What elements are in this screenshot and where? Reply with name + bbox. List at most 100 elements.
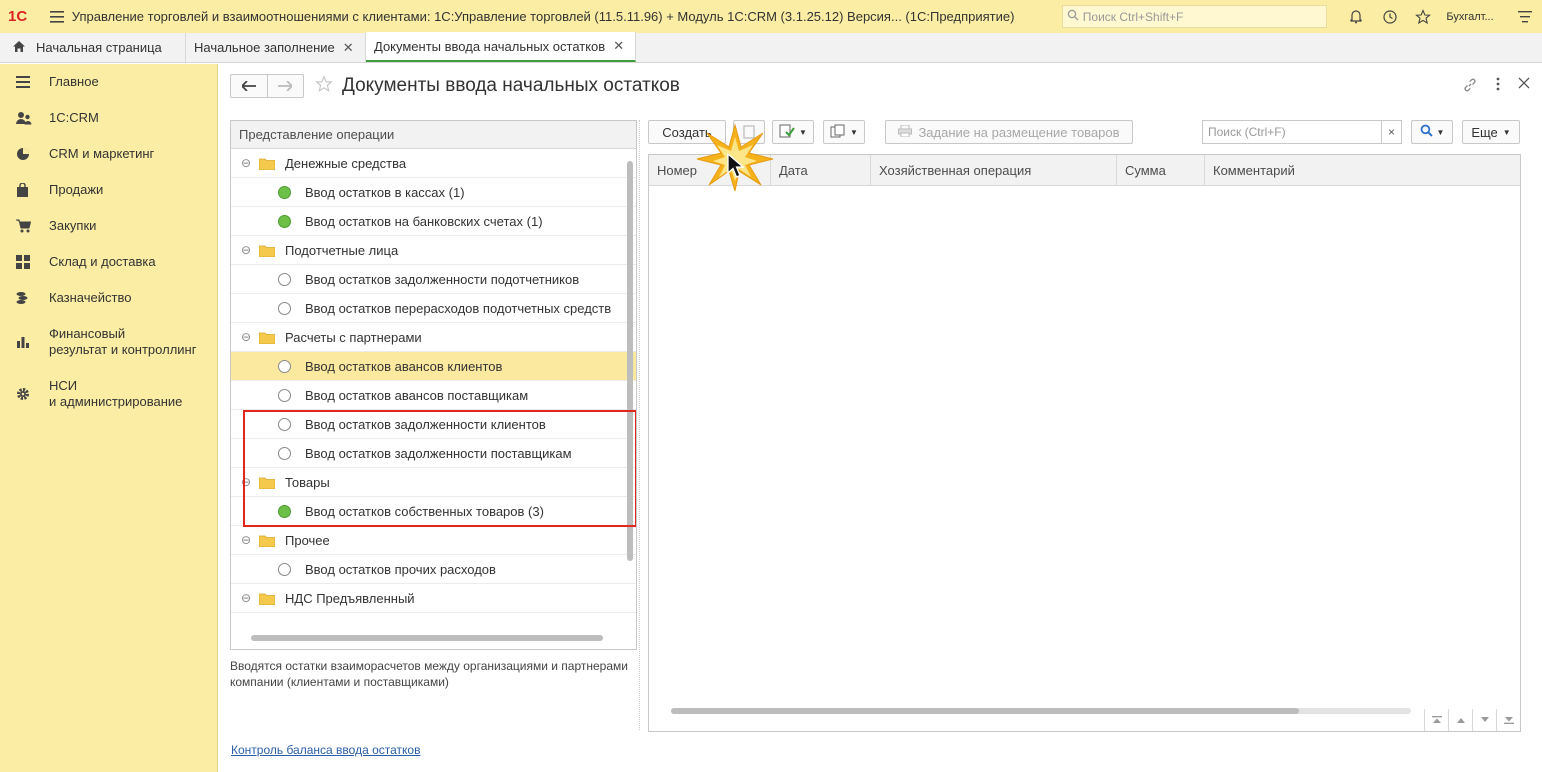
search-options-button[interactable]: ▼ [1411, 120, 1453, 144]
sidebar-item-label: и администрирование [49, 394, 183, 409]
folder-icon [258, 245, 276, 257]
tree-item-selected[interactable]: Ввод остатков авансов клиентов [231, 352, 636, 381]
history-icon[interactable] [1373, 9, 1407, 25]
tab-label: Документы ввода начальных остатков [374, 38, 606, 54]
tree-group[interactable]: ⊖ НДС Предъявленный [231, 584, 636, 613]
user-name[interactable]: Бухгалт... [1446, 11, 1508, 23]
sidebar-item-crm-marketing[interactable]: CRM и маркетинг [0, 146, 154, 162]
sidebar-item-admin[interactable]: НСИ и администрирование [0, 378, 182, 410]
bag-icon [16, 182, 49, 198]
tree-group[interactable]: ⊖ Расчеты с партнерами [231, 323, 636, 352]
tree-item-label: Ввод остатков задолженности клиентов [305, 416, 546, 432]
tree-item[interactable]: Ввод остатков прочих расходов [231, 555, 636, 584]
status-filled-icon [278, 185, 291, 199]
cart-icon [16, 218, 49, 234]
search-icon [1067, 9, 1079, 24]
tree-group[interactable]: ⊖ Товары [231, 468, 636, 497]
sidebar-item-crm[interactable]: 1С:CRM [0, 110, 99, 126]
tree-item-label: Ввод остатков в кассах (1) [305, 184, 465, 200]
print-menu-button[interactable]: ▼ [823, 120, 865, 144]
sidebar-item-label: 1С:CRM [49, 110, 99, 125]
tree-item[interactable]: Ввод остатков собственных товаров (3) [231, 497, 636, 526]
menu-icon[interactable] [42, 10, 72, 23]
tree-group[interactable]: ⊖ Подотчетные лица [231, 236, 636, 265]
tree-group-label: НДС Предъявленный [285, 590, 415, 606]
list-search-input[interactable]: Поиск (Ctrl+F) × [1202, 120, 1402, 144]
sidebar-item-label: Казначейство [49, 290, 132, 305]
post-documents-button[interactable]: ▼ [772, 120, 814, 144]
folder-icon [258, 477, 276, 489]
sidebar-item-sales[interactable]: Продажи [0, 182, 103, 198]
panel-divider[interactable] [639, 120, 640, 730]
dropdown-arrow-icon: ▼ [1502, 127, 1511, 137]
more-vertical-icon[interactable] [1496, 77, 1500, 96]
sidebar-item-purchases[interactable]: Закупки [0, 218, 96, 234]
tree-item-label: Ввод остатков на банковских счетах (1) [305, 213, 543, 229]
scroll-thumb[interactable] [627, 161, 633, 561]
more-button-label: Еще [1471, 124, 1498, 140]
bell-icon[interactable] [1339, 9, 1373, 24]
nav-buttons [230, 74, 304, 98]
column-header-date[interactable]: Дата [771, 155, 871, 186]
placement-task-label: Задание на размещение товаров [918, 124, 1120, 140]
collapse-icon[interactable]: ⊖ [241, 533, 255, 547]
scroll-to-top-icon[interactable] [1424, 709, 1448, 731]
close-icon[interactable]: ✕ [613, 38, 624, 54]
placement-task-button[interactable]: Задание на размещение товаров [885, 120, 1133, 144]
tab-initial-fill[interactable]: Начальное заполнение ✕ [186, 33, 366, 62]
close-icon[interactable]: ✕ [343, 40, 354, 56]
clear-search-button[interactable]: × [1381, 121, 1401, 143]
tab-label: Начальная страница [36, 40, 162, 55]
collapse-icon[interactable]: ⊖ [241, 330, 255, 344]
scroll-up-icon[interactable] [1448, 709, 1472, 731]
tree-item[interactable]: Ввод остатков авансов поставщикам [231, 381, 636, 410]
tree-group-label: Денежные средства [285, 155, 407, 171]
sidebar-item-treasury[interactable]: Казначейство [0, 290, 131, 306]
settings-menu-icon[interactable] [1508, 10, 1542, 23]
balance-control-link[interactable]: Контроль баланса ввода остатков [231, 743, 420, 757]
tree-item[interactable]: Ввод остатков задолженности поставщикам [231, 439, 636, 468]
favorite-star-icon[interactable] [315, 75, 333, 96]
tree-vertical-scrollbar[interactable] [626, 151, 634, 621]
tree-horizontal-scrollbar[interactable] [251, 635, 603, 641]
collapse-icon[interactable]: ⊖ [241, 243, 255, 257]
tree-item[interactable]: Ввод остатков задолженности клиентов [231, 410, 636, 439]
close-icon[interactable] [1518, 77, 1530, 96]
tree-item[interactable]: Ввод остатков задолженности подотчетнико… [231, 265, 636, 294]
operations-tree: Представление операции ⊖ Денежные средст… [230, 120, 637, 650]
tree-group[interactable]: ⊖ Денежные средства [231, 149, 636, 178]
tab-opening-balance-docs[interactable]: Документы ввода начальных остатков ✕ [366, 32, 636, 62]
link-icon[interactable] [1462, 77, 1478, 96]
more-button[interactable]: Еще ▼ [1462, 120, 1520, 144]
column-header-amount[interactable]: Сумма [1117, 155, 1205, 186]
status-empty-icon [278, 446, 291, 460]
tree-item[interactable]: Ввод остатков на банковских счетах (1) [231, 207, 636, 236]
tree-group-label: Товары [285, 474, 330, 490]
tree-item[interactable]: Ввод остатков перерасходов подотчетных с… [231, 294, 636, 323]
sidebar-item-label: CRM и маркетинг [49, 146, 155, 161]
scroll-to-bottom-icon[interactable] [1496, 709, 1520, 731]
column-header-comment[interactable]: Комментарий [1205, 155, 1521, 186]
back-arrow-icon[interactable] [231, 75, 268, 97]
dropdown-arrow-icon: ▼ [850, 127, 858, 137]
collapse-icon[interactable]: ⊖ [241, 156, 255, 170]
tree-group-label: Прочее [285, 532, 330, 548]
scroll-down-icon[interactable] [1472, 709, 1496, 731]
tree-item[interactable]: Ввод остатков в кассах (1) [231, 178, 636, 207]
tree-group[interactable]: ⊖ Прочее [231, 526, 636, 555]
collapse-icon[interactable]: ⊖ [241, 591, 255, 605]
tree-group-label: Подотчетные лица [285, 242, 399, 258]
status-empty-icon [278, 417, 291, 431]
table-horizontal-scrollbar[interactable] [671, 708, 1299, 714]
sidebar-item-warehouse[interactable]: Склад и доставка [0, 254, 156, 270]
collapse-icon[interactable]: ⊖ [241, 475, 255, 489]
column-header-operation[interactable]: Хозяйственная операция [871, 155, 1117, 186]
tab-home[interactable]: Начальная страница [0, 33, 186, 62]
sidebar-item-financial-result[interactable]: Финансовый результат и контроллинг [0, 326, 196, 358]
star-icon[interactable] [1407, 8, 1441, 25]
sidebar-item-main[interactable]: Главное [0, 74, 99, 90]
forward-arrow-icon[interactable] [268, 75, 304, 97]
global-search-input[interactable]: Поиск Ctrl+Shift+F [1061, 5, 1327, 28]
search-icon [1420, 124, 1433, 140]
app-logo: 1С [8, 8, 28, 25]
